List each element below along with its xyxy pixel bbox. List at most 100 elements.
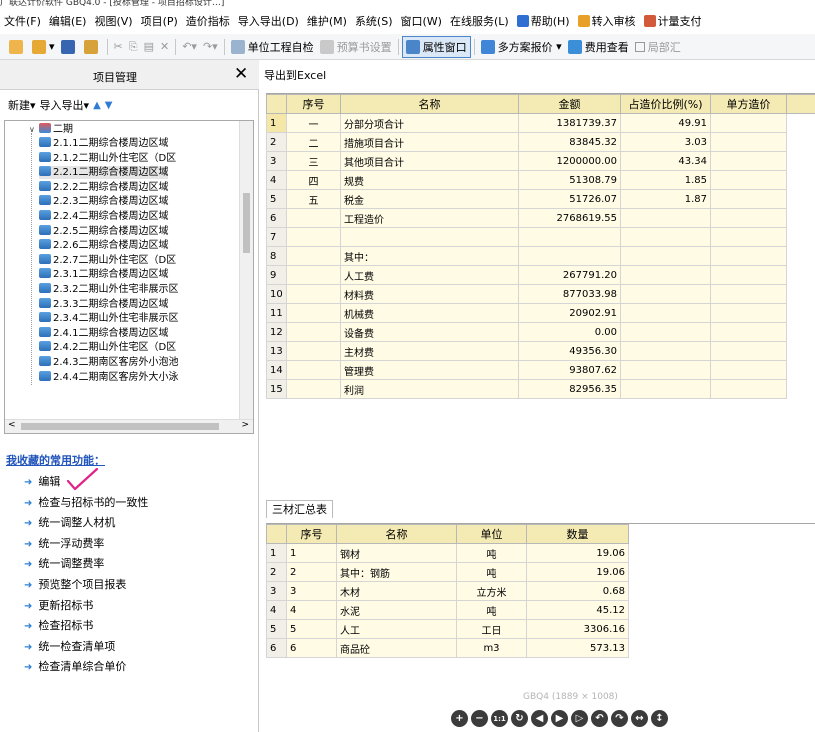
table-cell[interactable] <box>710 113 787 133</box>
menu-item[interactable]: 文件(F) <box>0 10 45 34</box>
menu-item[interactable]: 导入导出(D) <box>234 10 303 34</box>
tree-node[interactable]: 2.4.3二期南区客房外小泡池 <box>39 356 178 369</box>
table-cell[interactable]: 51726.07 <box>518 189 621 209</box>
tree-node[interactable]: 2.3.2二期山外住宅非展示区 <box>39 283 178 296</box>
menu-item[interactable]: 项目(P) <box>137 10 182 34</box>
table-cell[interactable] <box>286 246 341 266</box>
export-excel-button[interactable]: 导出到Excel <box>260 65 326 87</box>
column-header[interactable]: 名称 <box>336 524 457 544</box>
table-cell[interactable]: 利润 <box>340 379 519 399</box>
table-cell[interactable]: 19.06 <box>526 562 629 582</box>
table-cell[interactable]: 5 <box>286 619 337 639</box>
table-cell[interactable] <box>518 227 621 247</box>
table-cell[interactable] <box>286 284 341 304</box>
table-cell[interactable]: 措施项目合计 <box>340 132 519 152</box>
viewer-control-button[interactable]: − <box>471 710 488 727</box>
tree-node[interactable]: 2.4.2二期山外住宅区（D区 <box>39 341 176 354</box>
table-cell[interactable]: 83845.32 <box>518 132 621 152</box>
favorite-item[interactable]: ➜ 统一检查清单项 <box>24 638 115 656</box>
tree-root[interactable]: ∨ 二期 <box>29 123 73 136</box>
table-row[interactable]: 13 主材费 49356.30 <box>266 341 815 361</box>
favorite-item[interactable]: ➜ 更新招标书 <box>24 597 93 615</box>
table-cell[interactable]: 设备费 <box>340 322 519 342</box>
table-row[interactable]: 2 二措施项目合计 83845.32 3.03 <box>266 132 815 152</box>
tree-node[interactable]: 2.3.4二期山外住宅非展示区 <box>39 312 178 325</box>
table-cell[interactable] <box>620 303 711 323</box>
scroll-thumb[interactable] <box>243 193 250 253</box>
table-cell[interactable]: 49356.30 <box>518 341 621 361</box>
tab-materials-summary[interactable]: 三材汇总表 <box>266 500 333 518</box>
tree-node[interactable]: 2.2.4二期综合楼周边区域 <box>39 210 168 223</box>
table-row[interactable]: 12 设备费 0.00 <box>266 322 815 342</box>
table-cell[interactable] <box>620 208 711 228</box>
menu-item[interactable]: 视图(V) <box>90 10 136 34</box>
favorite-item[interactable]: ➜ 统一调整费率 <box>24 555 104 573</box>
row-number[interactable]: 4 <box>266 170 287 190</box>
table-cell[interactable] <box>620 227 711 247</box>
new-icon[interactable] <box>6 36 29 58</box>
row-number[interactable]: 5 <box>266 619 287 639</box>
table-cell[interactable]: 吨 <box>456 543 527 563</box>
column-header[interactable]: 序号 <box>286 94 341 114</box>
partial-summary-button[interactable]: 局部汇 <box>632 36 684 58</box>
table-cell[interactable] <box>286 341 341 361</box>
open-icon[interactable] <box>81 36 104 58</box>
row-number[interactable]: 3 <box>266 581 287 601</box>
table-cell[interactable]: 1.87 <box>620 189 711 209</box>
table-cell[interactable]: 三 <box>286 151 341 171</box>
row-number[interactable]: 1 <box>266 113 287 133</box>
table-cell[interactable]: 3.03 <box>620 132 711 152</box>
menu-item[interactable]: 转入审核 <box>574 10 640 34</box>
row-number[interactable]: 2 <box>266 132 287 152</box>
viewer-control-button[interactable]: ↷ <box>611 710 628 727</box>
table-cell[interactable]: m3 <box>456 638 527 658</box>
row-number[interactable]: 13 <box>266 341 287 361</box>
table-cell[interactable] <box>710 208 787 228</box>
table-row[interactable]: 8 其中： <box>266 246 815 266</box>
table-cell[interactable]: 51308.79 <box>518 170 621 190</box>
table-cell[interactable]: 税金 <box>340 189 519 209</box>
table-row[interactable]: 2 2 其中：钢筋吨 19.06 <box>266 562 629 582</box>
table-cell[interactable]: 木材 <box>336 581 457 601</box>
table-cell[interactable]: 钢材 <box>336 543 457 563</box>
table-cell[interactable]: 1381739.37 <box>518 113 621 133</box>
table-cell[interactable]: 立方米 <box>456 581 527 601</box>
property-window-button[interactable]: 属性窗口 <box>401 35 471 58</box>
viewer-control-button[interactable]: + <box>451 710 468 727</box>
table-row[interactable]: 15 利润 82956.35 <box>266 379 815 399</box>
table-cell[interactable]: 2768619.55 <box>518 208 621 228</box>
multi-quote-button[interactable]: 多方案报价 ▾ <box>478 36 565 58</box>
row-number[interactable]: 6 <box>266 208 287 228</box>
table-cell[interactable]: 人工 <box>336 619 457 639</box>
row-number[interactable]: 11 <box>266 303 287 323</box>
redo-icon[interactable]: ↷▾ <box>200 36 221 58</box>
fee-view-button[interactable]: 费用查看 <box>565 36 632 58</box>
table-cell[interactable]: 吨 <box>456 562 527 582</box>
table-cell[interactable]: 3306.16 <box>526 619 629 639</box>
close-icon[interactable]: ✕ <box>234 64 248 84</box>
table-cell[interactable] <box>710 322 787 342</box>
table-cell[interactable]: 其他项目合计 <box>340 151 519 171</box>
table-cell[interactable] <box>710 360 787 380</box>
menu-item[interactable]: 在线服务(L) <box>446 10 513 34</box>
table-cell[interactable]: 877033.98 <box>518 284 621 304</box>
table-cell[interactable] <box>286 379 341 399</box>
column-header[interactable]: 数量 <box>526 524 629 544</box>
table-cell[interactable]: 49.91 <box>620 113 711 133</box>
column-header[interactable]: 序号 <box>286 524 337 544</box>
viewer-control-button[interactable]: 1:1 <box>491 710 508 727</box>
row-number[interactable]: 8 <box>266 246 287 266</box>
table-cell[interactable] <box>620 379 711 399</box>
table-cell[interactable]: 1 <box>286 543 337 563</box>
column-header[interactable]: 单方造价 <box>710 94 787 114</box>
table-cell[interactable] <box>286 303 341 323</box>
cut-icon[interactable]: ✂ <box>111 36 126 58</box>
table-cell[interactable] <box>710 284 787 304</box>
table-cell[interactable]: 1200000.00 <box>518 151 621 171</box>
menu-item[interactable]: 系统(S) <box>351 10 397 34</box>
move-down-icon[interactable]: ▼ <box>105 100 113 111</box>
table-cell[interactable]: 五 <box>286 189 341 209</box>
scroll-thumb[interactable] <box>21 423 219 430</box>
tree-node[interactable]: 2.1.2二期山外住宅区（D区 <box>39 151 176 165</box>
row-number[interactable]: 9 <box>266 265 287 285</box>
